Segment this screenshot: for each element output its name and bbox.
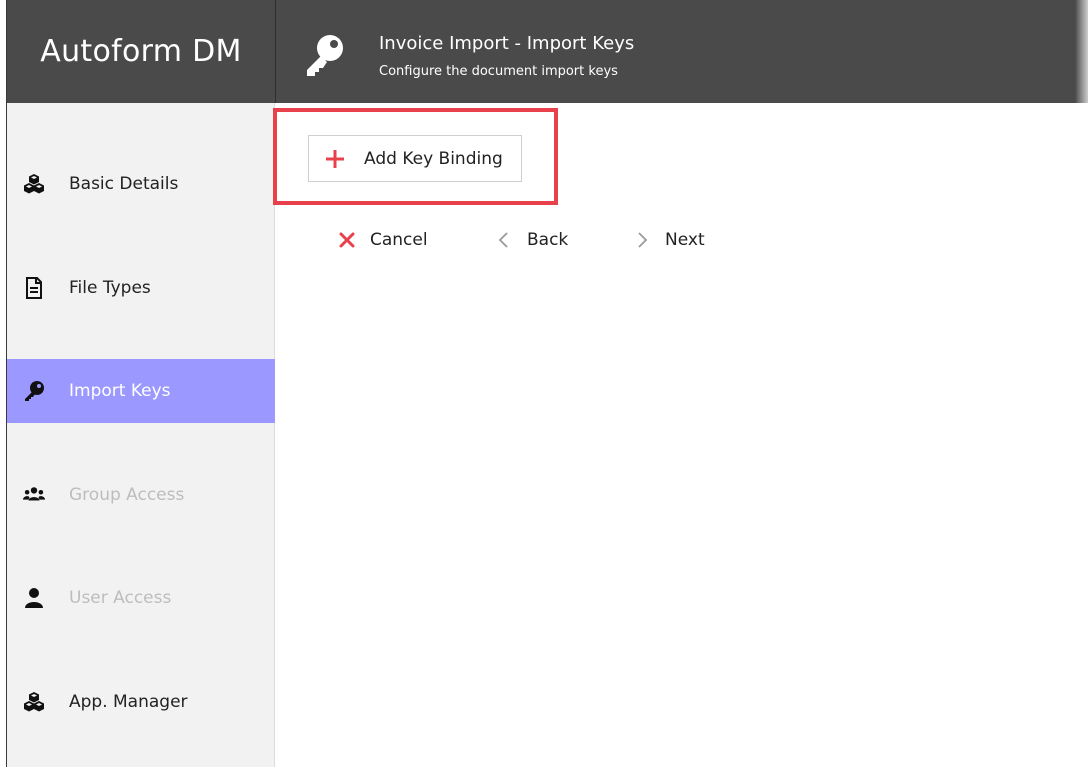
chevron-left-icon	[498, 232, 508, 248]
page-title: Invoice Import - Import Keys	[379, 33, 635, 54]
header-bar: Autoform DM Invoice Import - Import Keys…	[7, 0, 1088, 103]
sidebar-item-basic-details[interactable]: Basic Details	[7, 152, 275, 216]
app-brand: Autoform DM	[40, 34, 242, 69]
app-window: Autoform DM Invoice Import - Import Keys…	[6, 0, 1088, 767]
add-key-binding-label: Add Key Binding	[364, 148, 503, 169]
key-icon	[307, 35, 343, 76]
back-label: Back	[527, 230, 569, 250]
sidebar-item-label: App. Manager	[69, 692, 188, 712]
cancel-label: Cancel	[370, 230, 428, 250]
sidebar-item-user-access[interactable]: User Access	[7, 566, 275, 630]
header-divider	[275, 0, 276, 103]
sidebar-item-label: Import Keys	[69, 381, 171, 401]
sidebar-item-label: Basic Details	[69, 174, 179, 194]
user-icon	[25, 588, 43, 608]
sidebar-item-group-access[interactable]: Group Access	[7, 463, 275, 527]
cubes-icon	[24, 692, 44, 712]
close-icon	[339, 232, 355, 248]
sidebar-item-label: File Types	[69, 278, 151, 298]
key-icon	[25, 381, 44, 401]
cancel-button[interactable]: Cancel	[338, 226, 428, 254]
plus-icon	[326, 150, 344, 168]
sidebar-item-app-manager[interactable]: App. Manager	[7, 670, 275, 734]
chevron-right-icon	[638, 232, 648, 248]
sidebar-item-file-types[interactable]: File Types	[7, 256, 275, 320]
sidebar-item-label: Group Access	[69, 485, 185, 505]
users-icon	[23, 487, 45, 501]
next-button[interactable]: Next	[633, 226, 705, 254]
cubes-icon	[24, 174, 44, 194]
add-key-binding-button[interactable]: Add Key Binding	[308, 135, 522, 182]
back-button[interactable]: Back	[495, 226, 568, 254]
sidebar-item-label: User Access	[69, 588, 172, 608]
sidebar: Basic Details File Types Import Keys Gro…	[7, 103, 275, 767]
next-label: Next	[665, 230, 705, 250]
sidebar-item-import-keys[interactable]: Import Keys	[7, 359, 275, 423]
header-edge	[1075, 0, 1088, 103]
page-subtitle: Configure the document import keys	[379, 64, 618, 79]
document-icon	[26, 277, 42, 299]
